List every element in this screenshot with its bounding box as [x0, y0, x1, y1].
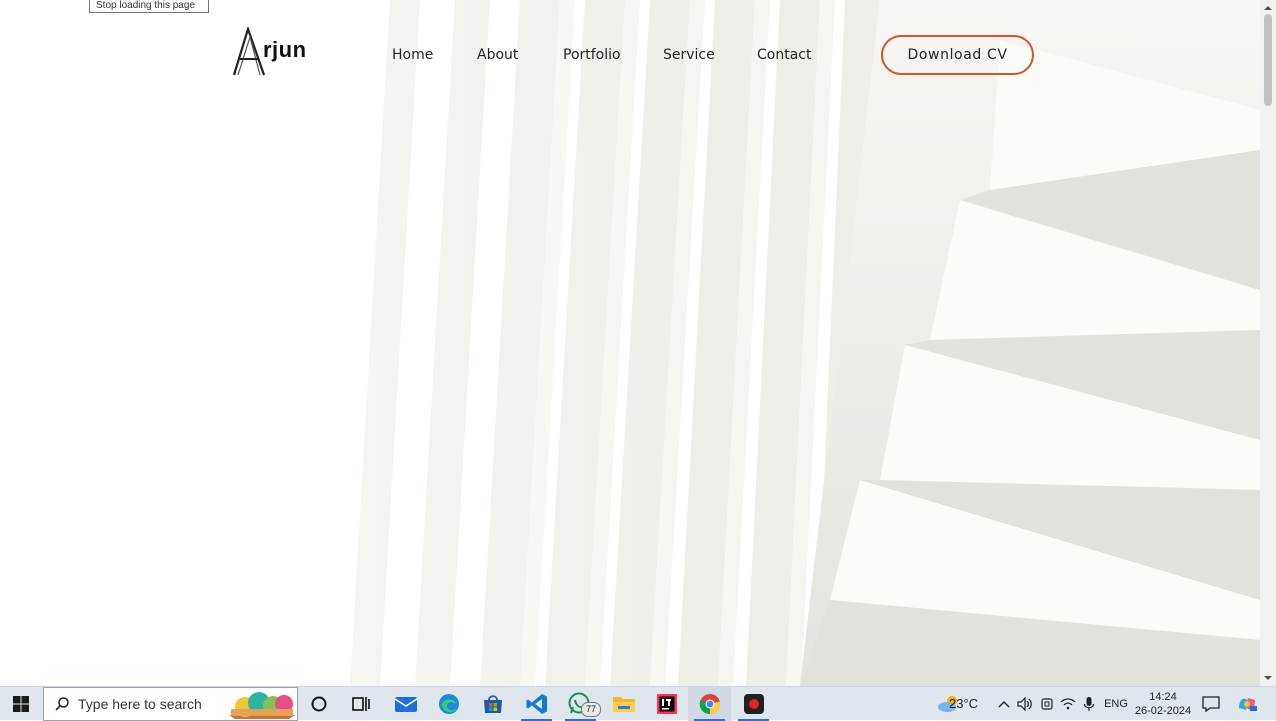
nav-contact[interactable]: Contact: [757, 45, 811, 65]
notification-icon: [1202, 696, 1220, 712]
chrome-app[interactable]: [688, 687, 731, 721]
store-app[interactable]: [472, 687, 514, 721]
task-view-button[interactable]: [340, 687, 382, 721]
windows-logo-icon: [13, 696, 29, 712]
recorder-app[interactable]: [732, 687, 775, 721]
scroll-down-icon[interactable]: [1260, 672, 1276, 684]
nav-about[interactable]: About: [477, 45, 518, 65]
meet-now-icon: [1041, 698, 1053, 710]
nav-service[interactable]: Service: [663, 45, 715, 65]
meet-now-button[interactable]: [1037, 687, 1057, 721]
chrome-icon: [699, 694, 720, 715]
windows-taskbar: Type here to search 77 23°C ENG 14:24 26…: [0, 686, 1276, 721]
start-button[interactable]: [0, 687, 42, 721]
microphone-button[interactable]: [1079, 687, 1099, 721]
speaker-icon: [1017, 697, 1032, 711]
intellij-icon: [656, 694, 677, 714]
store-icon: [484, 695, 502, 713]
search-icon: [55, 697, 69, 711]
wifi-icon: [1060, 698, 1076, 710]
vscode-icon: [526, 694, 547, 714]
scroll-up-icon[interactable]: [1260, 2, 1276, 14]
file-explorer-icon: [612, 697, 635, 712]
recorder-icon: [743, 694, 764, 714]
clock-time: 14:24: [1149, 691, 1177, 703]
taskbar-search-box[interactable]: Type here to search: [43, 687, 298, 721]
whatsapp-app[interactable]: 77: [559, 687, 602, 721]
cortana-button[interactable]: [298, 687, 340, 721]
weather-widget[interactable]: 23°C: [918, 687, 980, 721]
clock[interactable]: 14:24 26-02-2024: [1133, 687, 1193, 721]
nav-home[interactable]: Home: [392, 45, 433, 65]
copilot-button[interactable]: [1232, 687, 1262, 721]
stop-loading-tooltip: Stop loading this page: [89, 0, 209, 13]
edge-app[interactable]: [428, 687, 470, 721]
task-view-icon: [352, 697, 370, 711]
whatsapp-unread-badge: 77: [581, 702, 601, 717]
network-button[interactable]: [1058, 687, 1078, 721]
logo-text: rjun: [263, 37, 307, 62]
mail-icon: [394, 697, 418, 712]
holi-highlight-icon[interactable]: [227, 689, 297, 719]
copilot-icon: [1239, 698, 1257, 711]
scroll-thumb[interactable]: [1264, 14, 1272, 106]
intellij-app[interactable]: [645, 687, 688, 721]
browser-viewport: Stop loading this page rjun Home About P…: [0, 0, 1260, 686]
nav-portfolio[interactable]: Portfolio: [563, 45, 621, 65]
language-indicator[interactable]: ENG: [1101, 687, 1131, 721]
clock-date: 26-02-2024: [1134, 705, 1192, 717]
download-cv-button[interactable]: Download CV: [881, 35, 1034, 75]
vscode-app[interactable]: [515, 687, 558, 721]
page-scrollbar[interactable]: [1260, 0, 1276, 686]
language-label: ENG: [1104, 698, 1128, 710]
mail-app[interactable]: [385, 687, 427, 721]
file-explorer-app[interactable]: [602, 687, 645, 721]
edge-icon: [439, 694, 459, 714]
tray-overflow-button[interactable]: [995, 687, 1013, 721]
weather-temperature: 23°C: [949, 696, 979, 711]
microphone-icon: [1083, 697, 1095, 711]
search-placeholder: Type here to search: [78, 696, 202, 712]
site-logo[interactable]: rjun: [231, 27, 313, 79]
volume-button[interactable]: [1015, 687, 1035, 721]
action-center-button[interactable]: [1198, 687, 1224, 721]
chevron-up-icon: [998, 701, 1010, 708]
cortana-icon: [311, 696, 327, 712]
background-architecture-image: [0, 0, 1260, 686]
